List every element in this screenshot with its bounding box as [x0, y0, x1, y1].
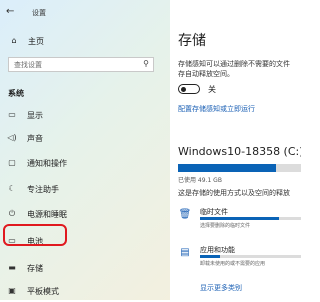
category-temp-files[interactable]: 🗑 临时文件 选择要删除的临时文件	[178, 207, 301, 231]
category-subtitle: 选择要删除的临时文件	[200, 223, 251, 229]
sidebar-home[interactable]: ⌂ 主页	[6, 36, 156, 50]
sidebar-item-focus-assist[interactable]: ☾ 专注助手	[0, 184, 170, 200]
category-subtitle: 卸载未使用的或不需要的应用	[200, 261, 266, 267]
sidebar-item-label: 通知和操作	[27, 159, 67, 168]
power-icon: ⏻	[8, 209, 16, 218]
display-icon: ▭	[8, 110, 16, 119]
storage-highlight-box	[3, 224, 67, 246]
storage-sense-description: 存储感知可以通过删除不需要的文件 存自动释放空间。	[178, 59, 301, 79]
section-title: 系统	[8, 89, 24, 98]
page-title: 存储	[178, 33, 206, 49]
notification-icon: ▢	[8, 158, 16, 167]
category-usage-bar	[200, 217, 301, 220]
sidebar-home-label: 主页	[28, 37, 44, 46]
sidebar-item-notifications[interactable]: ▢ 通知和操作	[0, 158, 170, 174]
back-arrow-icon[interactable]: ←	[6, 6, 14, 17]
search-placeholder: 查找设置	[14, 61, 42, 69]
sidebar-item-display[interactable]: ▭ 显示	[0, 110, 170, 126]
drive-name: Windows10-18358 (C:) -	[178, 145, 301, 158]
drive-usage-bar	[178, 164, 301, 172]
sidebar-item-label: 声音	[27, 134, 43, 143]
sidebar: ← 设置 ⌂ 主页 查找设置 ⚲ 系统 ▭ 显示 ◁) 声音 ▢ 通知和操作 ☾…	[0, 0, 170, 300]
toggle-knob	[181, 86, 186, 92]
description-line-1: 存储感知可以通过删除不需要的文件	[178, 60, 290, 68]
storage-sense-toggle[interactable]	[178, 84, 200, 94]
category-name: 临时文件	[200, 208, 228, 216]
show-more-categories-link[interactable]: 显示更多类别	[200, 283, 242, 293]
category-usage-bar	[200, 255, 301, 258]
home-icon: ⌂	[11, 36, 17, 45]
apps-icon: ▤	[180, 247, 190, 258]
sidebar-item-label: 电源和睡眠	[27, 210, 67, 219]
trash-icon: 🗑	[178, 209, 192, 220]
storage-icon: ▬	[8, 263, 16, 272]
drive-usage-fill	[178, 164, 277, 172]
sidebar-item-label: 显示	[27, 111, 43, 120]
toggle-state-label: 关	[208, 85, 216, 94]
category-usage-fill	[200, 255, 221, 258]
category-name: 应用和功能	[200, 246, 235, 254]
sidebar-item-power[interactable]: ⏻ 电源和睡眠	[0, 209, 170, 225]
title-bar: ← 设置	[0, 0, 170, 22]
moon-icon: ☾	[8, 184, 16, 193]
configure-storage-sense-link[interactable]: 配置存储感知或立即运行	[178, 104, 255, 114]
sidebar-item-label: 平板模式	[27, 287, 59, 296]
search-input[interactable]: 查找设置 ⚲	[8, 57, 154, 72]
sidebar-item-label: 专注助手	[27, 185, 59, 194]
drive-used-label: 已使用 49.1 GB	[178, 177, 222, 184]
app-title: 设置	[32, 9, 46, 17]
sidebar-item-sound[interactable]: ◁) 声音	[0, 133, 170, 149]
sidebar-item-storage[interactable]: ▬ 存储	[0, 263, 170, 279]
drive-usage-description: 这是存储的使用方式以及空间的释放	[178, 189, 290, 197]
search-icon: ⚲	[143, 59, 149, 68]
main-panel: 存储 存储感知可以通过删除不需要的文件 存自动释放空间。 关 配置存储感知或立即…	[170, 0, 301, 300]
description-line-2: 存自动释放空间。	[178, 70, 234, 78]
tablet-icon: ▣	[8, 286, 16, 295]
sidebar-item-label: 存储	[27, 264, 43, 273]
speaker-icon: ◁)	[7, 133, 17, 142]
category-apps-features[interactable]: ▤ 应用和功能 卸载未使用的或不需要的应用	[178, 245, 301, 269]
category-usage-fill	[200, 217, 279, 220]
